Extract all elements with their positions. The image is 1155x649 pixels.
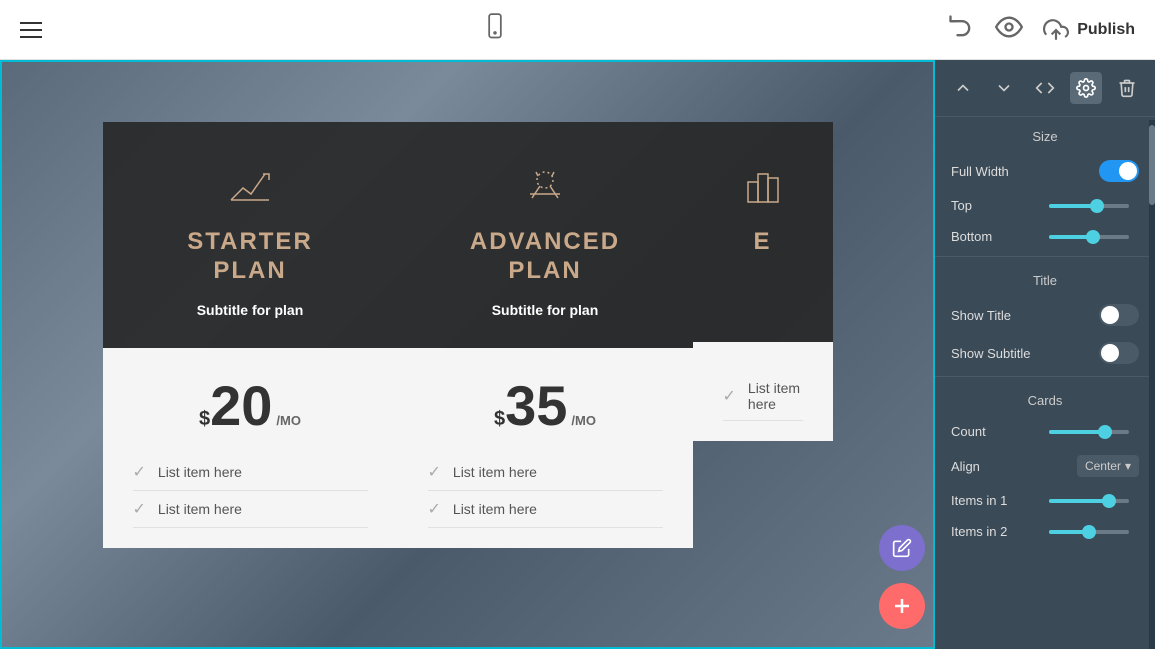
cards-section-title: Cards bbox=[935, 381, 1155, 416]
advanced-list-item-2: ✓ List item here bbox=[428, 491, 663, 528]
advanced-icon bbox=[520, 162, 570, 212]
align-row: Align Center ▾ bbox=[935, 447, 1155, 485]
items-in-1-row: Items in 1 bbox=[935, 485, 1155, 516]
enterprise-card-body: ✓ List item here bbox=[693, 342, 833, 441]
size-section-title: Size bbox=[935, 117, 1155, 152]
phone-icon[interactable] bbox=[481, 13, 509, 46]
pricing-card-advanced: ADVANCED PLAN Subtitle for plan $ 35 /MO… bbox=[398, 122, 693, 548]
panel-toolbar bbox=[935, 60, 1155, 117]
undo-icon[interactable] bbox=[947, 13, 975, 46]
advanced-price: 35 bbox=[505, 378, 567, 434]
starter-period: /MO bbox=[276, 413, 301, 428]
pricing-card-header-advanced: ADVANCED PLAN Subtitle for plan bbox=[398, 122, 693, 348]
starter-plan-subtitle: Subtitle for plan bbox=[197, 302, 304, 318]
advanced-price-row: $ 35 /MO bbox=[428, 378, 663, 434]
pricing-card-starter: STARTER PLAN Subtitle for plan $ 20 /MO … bbox=[103, 122, 398, 548]
publish-label: Publish bbox=[1077, 21, 1135, 39]
starter-list-item-2: ✓ List item here bbox=[133, 491, 368, 528]
add-fab-button[interactable] bbox=[879, 583, 925, 629]
panel-scrollbar[interactable] bbox=[1149, 120, 1155, 649]
panel-content: Size Full Width Top Bottom bbox=[935, 117, 1155, 649]
pricing-container: STARTER PLAN Subtitle for plan $ 20 /MO … bbox=[2, 62, 933, 647]
count-label: Count bbox=[951, 424, 986, 439]
chevron-down-icon: ▾ bbox=[1125, 459, 1131, 473]
pricing-card-header-enterprise: E bbox=[693, 122, 833, 342]
items-in-1-label: Items in 1 bbox=[951, 493, 1007, 508]
delete-button[interactable] bbox=[1111, 72, 1143, 104]
starter-plan-title: STARTER PLAN bbox=[187, 228, 313, 286]
advanced-plan-title: ADVANCED PLAN bbox=[470, 228, 620, 286]
advanced-plan-subtitle: Subtitle for plan bbox=[492, 302, 599, 318]
top-bar: Publish bbox=[0, 0, 1155, 60]
advanced-period: /MO bbox=[571, 413, 596, 428]
enterprise-list-item-1: ✓ List item here bbox=[723, 372, 803, 421]
items-in-2-label: Items in 2 bbox=[951, 524, 1007, 539]
move-up-button[interactable] bbox=[947, 72, 979, 104]
bottom-label: Bottom bbox=[951, 229, 992, 244]
divider-1 bbox=[935, 256, 1155, 257]
bottom-slider[interactable] bbox=[1049, 235, 1139, 239]
edit-fab-button[interactable] bbox=[879, 525, 925, 571]
right-panel: Size Full Width Top Bottom bbox=[935, 60, 1155, 649]
title-section-title: Title bbox=[935, 261, 1155, 296]
check-icon: ✓ bbox=[133, 462, 146, 482]
top-slider[interactable] bbox=[1049, 204, 1139, 208]
top-label: Top bbox=[951, 198, 972, 213]
fab-container bbox=[879, 525, 925, 629]
items-in-2-slider[interactable] bbox=[1049, 530, 1139, 534]
starter-currency: $ bbox=[199, 408, 210, 431]
check-icon: ✓ bbox=[428, 499, 441, 519]
check-icon: ✓ bbox=[428, 462, 441, 482]
top-bar-center bbox=[481, 13, 509, 46]
align-label: Align bbox=[951, 459, 980, 474]
move-down-button[interactable] bbox=[988, 72, 1020, 104]
top-bar-left bbox=[20, 22, 42, 38]
show-title-row: Show Title bbox=[935, 296, 1155, 334]
show-title-toggle[interactable] bbox=[1099, 304, 1139, 326]
full-width-label: Full Width bbox=[951, 164, 1009, 179]
pricing-card-header-starter: STARTER PLAN Subtitle for plan bbox=[103, 122, 398, 348]
code-button[interactable] bbox=[1029, 72, 1061, 104]
full-width-toggle[interactable] bbox=[1099, 160, 1139, 182]
show-subtitle-toggle[interactable] bbox=[1099, 342, 1139, 364]
starter-icon bbox=[225, 162, 275, 212]
starter-list-item-1: ✓ List item here bbox=[133, 454, 368, 491]
enterprise-icon bbox=[738, 162, 788, 212]
enterprise-plan-title: E bbox=[753, 228, 771, 257]
check-icon: ✓ bbox=[133, 499, 146, 519]
show-subtitle-label: Show Subtitle bbox=[951, 346, 1031, 361]
pricing-card-enterprise: E ✓ List item here bbox=[693, 122, 833, 441]
main-area: STARTER PLAN Subtitle for plan $ 20 /MO … bbox=[0, 60, 1155, 649]
advanced-currency: $ bbox=[494, 408, 505, 431]
items-in-1-slider[interactable] bbox=[1049, 499, 1139, 503]
count-slider[interactable] bbox=[1049, 430, 1139, 434]
divider-2 bbox=[935, 376, 1155, 377]
starter-card-body: $ 20 /MO ✓ List item here ✓ List item he… bbox=[103, 348, 398, 548]
items-in-2-row: Items in 2 bbox=[935, 516, 1155, 547]
advanced-list-item-1: ✓ List item here bbox=[428, 454, 663, 491]
publish-button[interactable]: Publish bbox=[1043, 17, 1135, 43]
bottom-row: Bottom bbox=[935, 221, 1155, 252]
canvas-area: STARTER PLAN Subtitle for plan $ 20 /MO … bbox=[0, 60, 935, 649]
top-row: Top bbox=[935, 190, 1155, 221]
top-bar-right: Publish bbox=[947, 13, 1135, 46]
eye-icon[interactable] bbox=[995, 13, 1023, 46]
starter-price: 20 bbox=[210, 378, 272, 434]
panel-scrollbar-thumb[interactable] bbox=[1149, 125, 1155, 205]
check-icon: ✓ bbox=[723, 386, 736, 406]
menu-icon[interactable] bbox=[20, 22, 42, 38]
show-subtitle-row: Show Subtitle bbox=[935, 334, 1155, 372]
canvas-background: STARTER PLAN Subtitle for plan $ 20 /MO … bbox=[0, 60, 935, 649]
starter-price-row: $ 20 /MO bbox=[133, 378, 368, 434]
advanced-card-body: $ 35 /MO ✓ List item here ✓ List item he… bbox=[398, 348, 693, 548]
count-row: Count bbox=[935, 416, 1155, 447]
full-width-row: Full Width bbox=[935, 152, 1155, 190]
settings-button[interactable] bbox=[1070, 72, 1102, 104]
align-select[interactable]: Center ▾ bbox=[1077, 455, 1139, 477]
show-title-label: Show Title bbox=[951, 308, 1011, 323]
